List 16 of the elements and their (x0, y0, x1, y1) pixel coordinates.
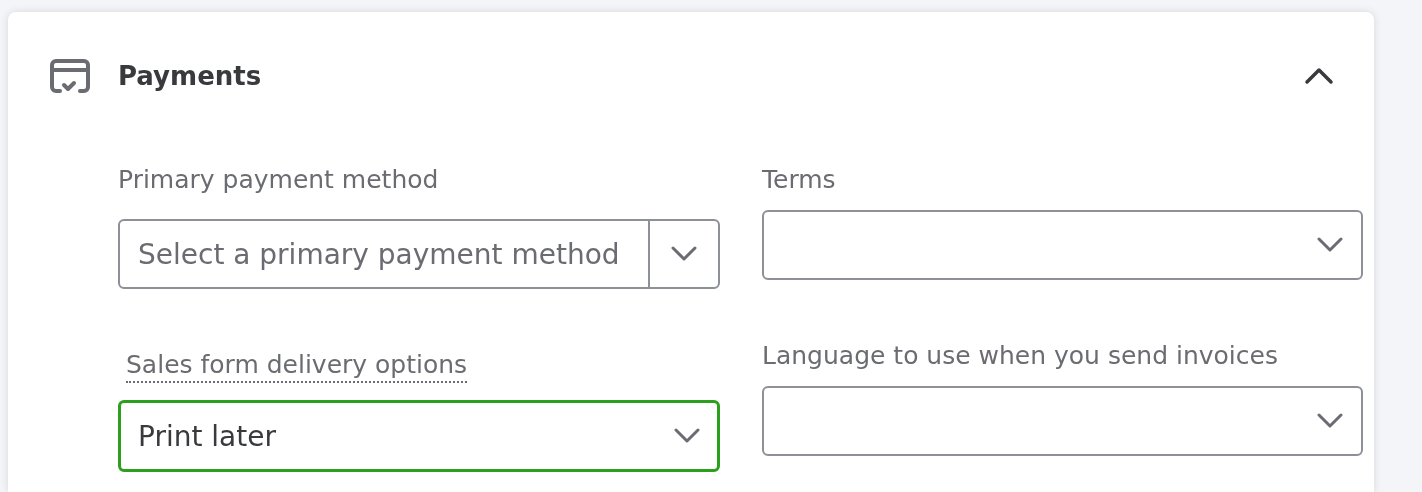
select-input[interactable]: Select a primary payment method (138, 237, 648, 271)
chevron-down-icon (1317, 237, 1343, 253)
dropdown-field[interactable]: Print later (118, 400, 720, 472)
chevron-up-icon[interactable] (1304, 67, 1334, 85)
dropdown-field[interactable] (762, 386, 1363, 456)
chevron-down-icon (1317, 413, 1343, 429)
section-title: Payments (118, 61, 262, 91)
select-input[interactable]: Print later (138, 419, 674, 453)
field-label: Primary payment method (118, 166, 440, 194)
dropdown-field[interactable]: Select a primary payment method (118, 219, 720, 289)
dropdown-field[interactable] (762, 210, 1363, 280)
card-check-icon (50, 59, 90, 93)
field-label: Language to use when you send invoices (762, 342, 1279, 370)
chevron-down-icon (674, 428, 700, 444)
chevron-down-icon (671, 246, 697, 262)
field-label: Terms (762, 166, 837, 194)
